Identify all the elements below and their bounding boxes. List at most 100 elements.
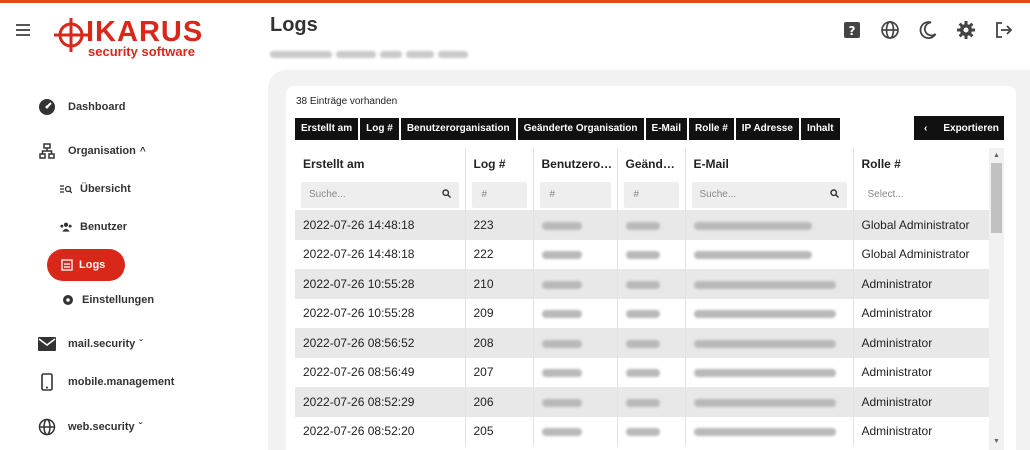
cell-user-org-redacted (533, 416, 618, 446)
dashboard-icon (38, 98, 56, 116)
sidebar-item-label: Einstellungen (82, 294, 155, 306)
column-header-log[interactable]: Log # (465, 148, 534, 179)
column-header-created[interactable]: Erstellt am (295, 148, 466, 179)
log-filter-input[interactable]: # (471, 181, 527, 208)
table-row[interactable]: 2022-07-26 08:52:20 205 Administrator (295, 416, 989, 446)
placeholder: Select... (867, 189, 904, 200)
email-search-input[interactable]: Suche... (691, 181, 847, 208)
table-row[interactable]: 2022-07-26 10:55:28 210 Administrator (295, 269, 989, 299)
sidebar-item-einstellungen[interactable]: Einstellungen (62, 294, 154, 306)
cell-email-redacted (685, 298, 854, 328)
cell-created: 2022-07-26 08:52:20 (295, 416, 466, 446)
cell-log: 223 (465, 210, 534, 240)
cell-user-org-redacted (533, 387, 618, 417)
cell-created: 2022-07-26 08:56:49 (295, 357, 466, 387)
column-toggle-log[interactable]: Log # (360, 118, 399, 140)
table-row[interactable]: 2022-07-26 10:55:28 209 Administrator (295, 298, 989, 328)
sidebar-item-label: mobile.management (68, 376, 175, 388)
cell-created: 2022-07-26 10:55:28 (295, 269, 466, 299)
created-search-input[interactable]: Suche... (301, 181, 459, 208)
column-toggle-content[interactable]: Inhalt (800, 118, 840, 140)
logout-icon[interactable] (994, 20, 1014, 40)
cell-log: 205 (465, 416, 534, 446)
sidebar-item-logs[interactable]: Logs (47, 249, 126, 281)
column-toggle-created[interactable]: Erstellt am (295, 118, 359, 140)
table-scrollbar[interactable]: ▲ ▼ (989, 148, 1004, 450)
cell-user-org-redacted (533, 269, 618, 299)
cell-role: Administrator (853, 416, 989, 446)
column-toggle-role[interactable]: Rolle # (688, 118, 734, 140)
cell-email-redacted (685, 328, 854, 358)
cell-user-org-redacted (533, 298, 618, 328)
cell-role: Administrator (853, 357, 989, 387)
cell-created: 2022-07-26 10:55:28 (295, 298, 466, 328)
placeholder: Suche... (699, 189, 737, 200)
hamburger-menu-icon[interactable] (16, 24, 30, 36)
cell-log: 207 (465, 357, 534, 387)
table-row[interactable]: 2022-07-26 08:56:52 208 Administrator (295, 328, 989, 358)
chevron-down-icon: ˇ (138, 421, 142, 433)
cell-email-redacted (685, 387, 854, 417)
crosshair-logo-icon (54, 18, 88, 52)
ikarus-logo[interactable]: IKARUS security software (50, 16, 220, 60)
sidebar-item-label: web.security (68, 421, 135, 433)
column-toggle-changed-org[interactable]: Geänderte Organisation (517, 118, 644, 140)
column-header-email[interactable]: E-Mail (685, 148, 854, 179)
table-row[interactable]: 2022-07-26 14:48:18 223 Global Administrat… (295, 210, 989, 240)
column-header-role[interactable]: Rolle # (853, 148, 989, 179)
cell-log: 222 (465, 239, 534, 269)
export-button[interactable]: ‹ Exportieren (914, 116, 1004, 140)
sidebar-item-mobile-management[interactable]: mobile.management (38, 373, 174, 391)
column-toggle-ip[interactable]: IP Adresse (735, 118, 799, 140)
placeholder: # (633, 189, 640, 200)
mobile-icon (38, 373, 56, 391)
search-icon (829, 188, 839, 201)
cell-changed-org-redacted (617, 298, 686, 328)
search-icon (441, 188, 451, 201)
cell-user-org-redacted (533, 239, 618, 269)
cell-created: 2022-07-26 08:52:29 (295, 387, 466, 417)
column-toggle-email[interactable]: E-Mail (645, 118, 687, 140)
sidebar-item-label: Übersicht (80, 183, 131, 195)
cell-role: Administrator (853, 269, 989, 299)
user-org-filter-input[interactable]: # (539, 181, 611, 208)
sidebar-item-benutzer[interactable]: Benutzer (60, 221, 127, 233)
sidebar-item-web-security[interactable]: web.security ˇ (38, 418, 142, 436)
placeholder: # (549, 189, 556, 200)
column-header-user-org[interactable]: Benutzero… (533, 148, 618, 179)
page-title: Logs (270, 14, 318, 36)
cell-created: 2022-07-26 14:48:18 (295, 210, 466, 240)
sidebar-item-organisation[interactable]: Organisation ^ (38, 142, 146, 160)
export-label: Exportieren (943, 122, 999, 134)
scrollbar-thumb[interactable] (991, 163, 1002, 233)
scroll-down-icon[interactable]: ▼ (989, 436, 1004, 448)
cell-user-org-redacted (533, 328, 618, 358)
column-toggle-user-org[interactable]: Benutzerorganisation (400, 118, 516, 140)
sidebar-item-uebersicht[interactable]: Übersicht (60, 183, 131, 195)
table-row[interactable]: 2022-07-26 14:48:18 222 Global Administrat… (295, 239, 989, 269)
cell-email-redacted (685, 239, 854, 269)
placeholder: Suche... (309, 189, 346, 200)
table-row[interactable]: 2022-07-26 08:56:49 207 Administrator (295, 357, 989, 387)
cell-changed-org-redacted (617, 239, 686, 269)
cell-role: Global Administrator (853, 210, 989, 240)
gear-icon[interactable] (956, 20, 976, 40)
cell-changed-org-redacted (617, 387, 686, 417)
moon-icon[interactable] (918, 20, 938, 40)
cell-created: 2022-07-26 08:56:52 (295, 328, 466, 358)
cell-changed-org-redacted (617, 210, 686, 240)
sidebar-item-label: Logs (79, 259, 106, 271)
sidebar-item-dashboard[interactable]: Dashboard (38, 98, 125, 116)
table-row[interactable]: 2022-07-26 08:52:29 206 Administrator (295, 387, 989, 417)
scroll-up-icon[interactable]: ▲ (989, 150, 1004, 162)
brand-tagline: security software (88, 44, 195, 59)
changed-org-filter-input[interactable]: # (623, 181, 679, 208)
globe-icon[interactable] (880, 20, 900, 40)
sidebar-item-mail-security[interactable]: mail.security ˇ (38, 335, 143, 353)
column-toggle-bar: Erstellt am Log # Benutzerorganisation G… (295, 118, 840, 140)
column-header-changed-org[interactable]: Geänd… (617, 148, 686, 179)
role-select[interactable]: Select... (859, 181, 983, 208)
cell-changed-org-redacted (617, 269, 686, 299)
header-toolbar: ? (842, 20, 1014, 40)
help-icon[interactable]: ? (842, 20, 862, 40)
